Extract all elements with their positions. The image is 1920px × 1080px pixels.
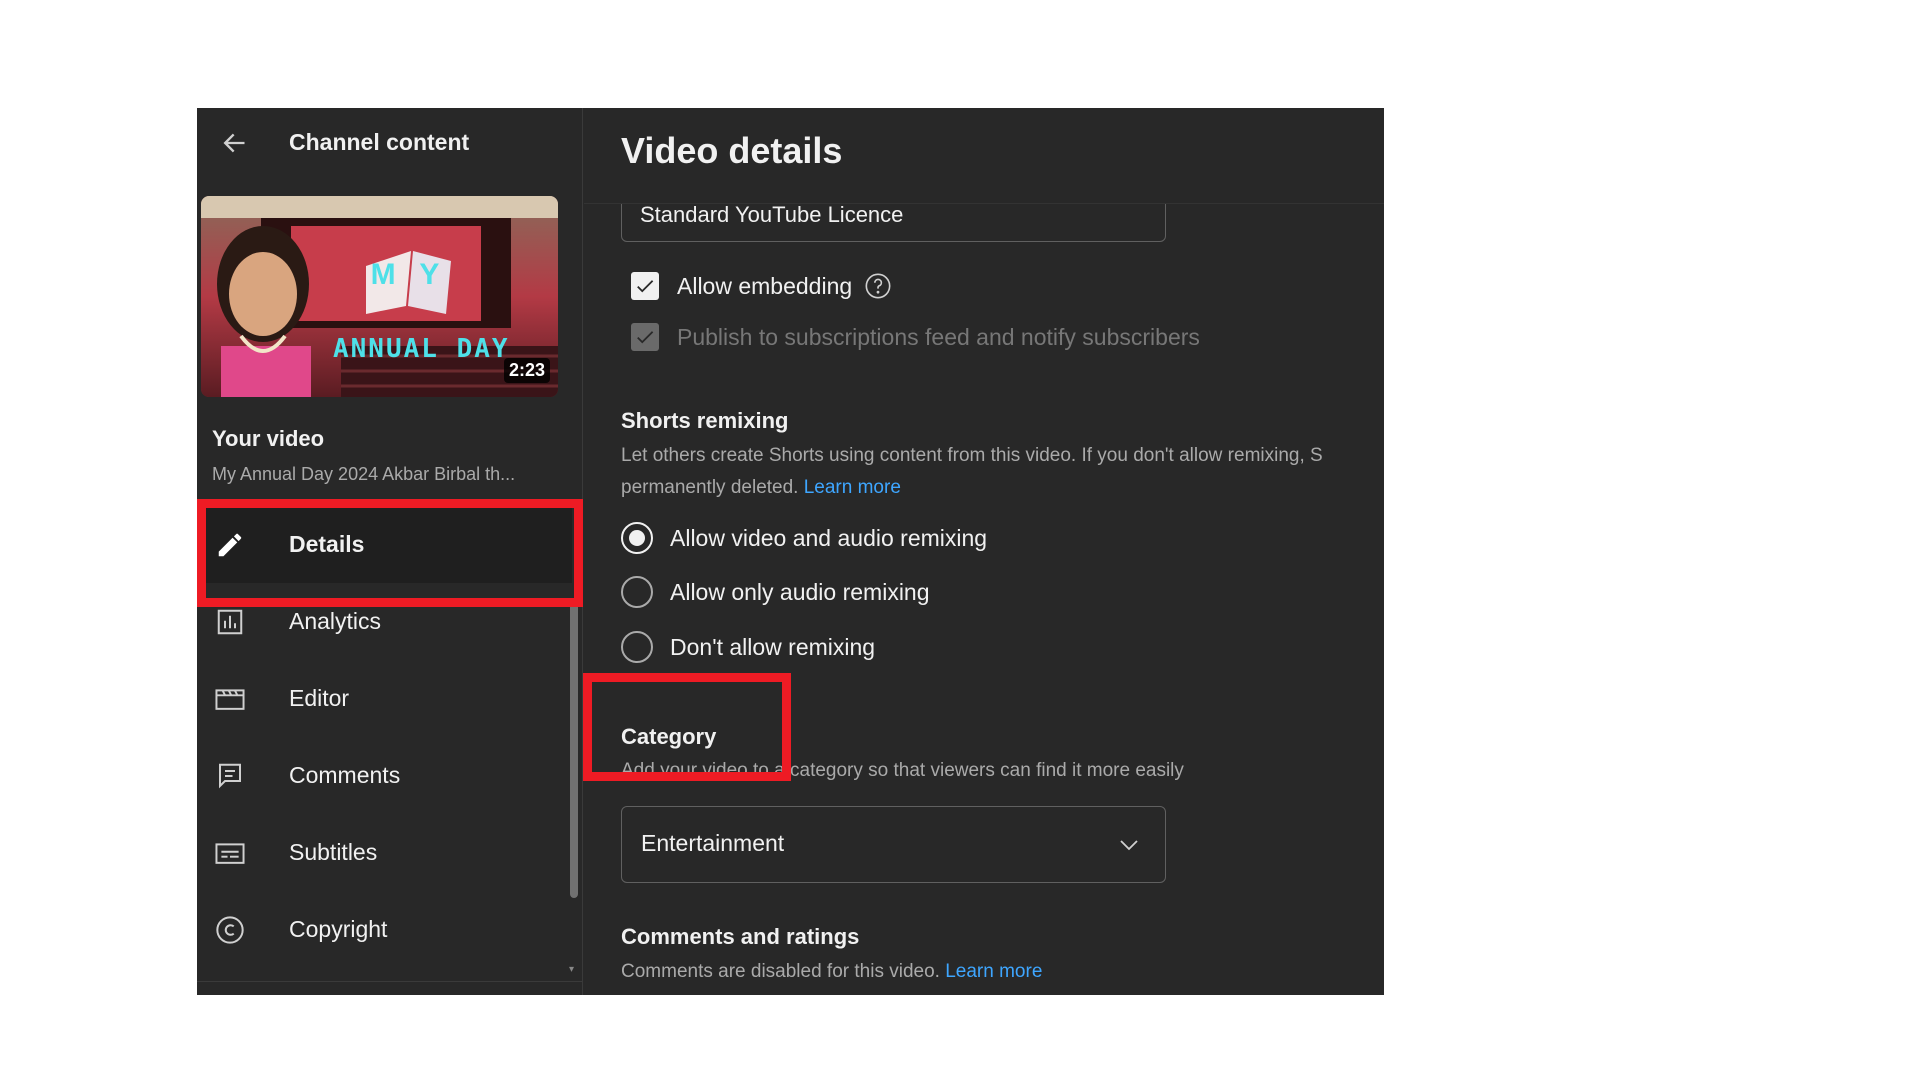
shorts-learn-more-link[interactable]: Learn more [804,477,901,498]
radio-allow-video-audio[interactable]: Allow video and audio remixing [621,522,987,554]
thumbnail-overlay-my: M Y [370,258,448,291]
shorts-remixing-title: Shorts remixing [621,408,789,433]
comments-learn-more-link[interactable]: Learn more [945,961,1042,982]
scroll-down-icon[interactable]: ▾ [569,965,579,975]
help-icon[interactable] [864,272,892,300]
copyright-icon [213,913,247,947]
sidebar-header: Channel content [197,108,583,180]
video-duration-badge: 2:23 [503,358,550,383]
sidebar-item-editor[interactable]: Editor [197,660,572,737]
comments-disabled-text: Comments are disabled for this video. [621,961,940,982]
sidebar-item-label: Editor [289,685,350,711]
clapperboard-icon [213,682,247,716]
your-video-label: Your video [212,426,325,451]
radio-label: Don't allow remixing [670,633,876,660]
category-desc-prefix: Add your video to [621,760,769,781]
arrow-left-icon [220,129,248,162]
chevron-down-icon [1120,840,1138,851]
radio-button-selected[interactable] [621,522,653,554]
category-description: Add your video to a category so that vie… [621,755,1184,787]
radio-label: Allow only audio remixing [670,578,930,605]
subtitles-icon [213,836,247,870]
main-header: Video details [584,108,1384,204]
sidebar-title: Channel content [289,129,470,155]
publish-subscriptions-label: Publish to subscriptions feed and notify… [677,323,1200,350]
allow-embedding-label: Allow embedding [677,272,853,299]
category-title: Category [621,724,717,749]
allow-embedding-row: Allow embedding [631,272,892,300]
category-desc-suffix: a category so that viewers can find it m… [774,760,1184,781]
radio-allow-audio-only[interactable]: Allow only audio remixing [621,576,930,608]
publish-subscriptions-checkbox[interactable] [631,323,659,351]
comments-ratings-title: Comments and ratings [621,924,860,949]
sidebar-item-copyright[interactable]: Copyright [197,891,572,968]
category-selected-value: Entertainment [641,830,785,856]
video-thumbnail[interactable]: M Y ANNUAL DAY 2:23 [201,196,558,397]
shorts-remixing-desc-line2: permanently deleted. Learn more [621,472,1323,504]
radio-dont-allow-remixing[interactable]: Don't allow remixing [621,631,875,663]
radio-button[interactable] [621,576,653,608]
main-content: Video details Standard YouTube Licence A… [584,108,1384,995]
video-title: My Annual Day 2024 Akbar Birbal th... [212,464,516,484]
sidebar-scrollbar[interactable] [570,602,578,898]
radio-button[interactable] [621,631,653,663]
shorts-remixing-description: Let others create Shorts using content f… [621,440,1323,504]
analytics-icon [213,605,247,639]
checkmark-icon [637,280,654,293]
radio-label: Allow video and audio remixing [670,524,988,551]
sidebar-item-label: Comments [289,762,401,788]
sidebar-item-details[interactable]: Details [197,506,572,583]
sidebar-item-label: Details [289,531,365,557]
thumbnail-overlay-text: ANNUAL DAY [333,334,510,364]
page-title: Video details [621,130,843,171]
sidebar-item-comments[interactable]: Comments [197,737,572,814]
sidebar-item-subtitles[interactable]: Subtitles [197,814,572,891]
sidebar-item-analytics[interactable]: Analytics [197,583,572,660]
sidebar-item-label: Subtitles [289,839,378,865]
publish-subscriptions-row: Publish to subscriptions feed and notify… [631,323,1200,351]
pencil-icon [213,528,247,562]
sidebar-divider [197,981,583,982]
comments-ratings-description: Comments are disabled for this video. Le… [621,956,1042,988]
allow-embedding-checkbox[interactable] [631,272,659,300]
back-button[interactable] [215,126,253,164]
shorts-remixing-desc-line1: Let others create Shorts using content f… [621,445,1323,466]
comments-icon [213,759,247,793]
shorts-remixing-desc-text: permanently deleted. [621,477,799,498]
licence-value: Standard YouTube Licence [640,202,904,227]
sidebar: Channel content M Y ANNUAL DAY 2:23 Your… [197,108,583,995]
sidebar-item-label: Copyright [289,916,388,942]
youtube-studio-window: Channel content M Y ANNUAL DAY 2:23 Your… [197,108,1384,995]
sidebar-nav: Details Analytics Editor Comments Subtit… [197,506,572,968]
category-dropdown[interactable]: Entertainment [621,806,1166,883]
radio-dot [629,530,645,546]
checkmark-icon [637,331,654,344]
sidebar-item-label: Analytics [289,608,382,634]
